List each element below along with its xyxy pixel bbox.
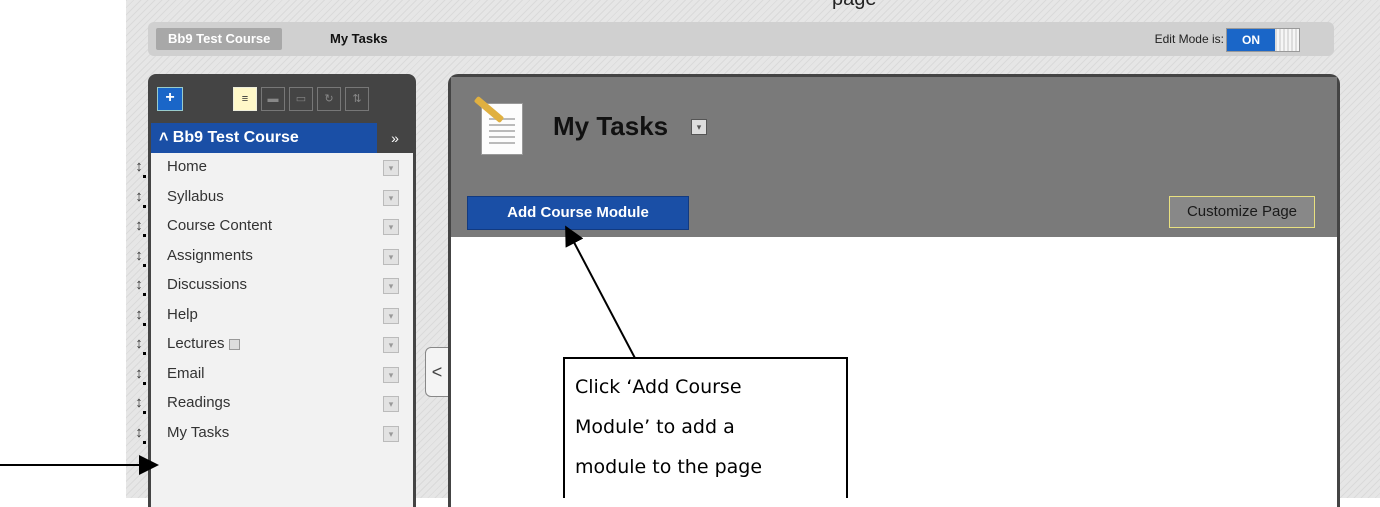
callout-line: module to the page <box>575 456 763 478</box>
callout-line: Module’ to add a <box>575 416 735 438</box>
annotation-callout: Click ‘Add Course Module’ to add a modul… <box>563 357 848 498</box>
callout-line: Click ‘Add Course <box>575 376 742 398</box>
callout-arrow <box>565 225 637 361</box>
